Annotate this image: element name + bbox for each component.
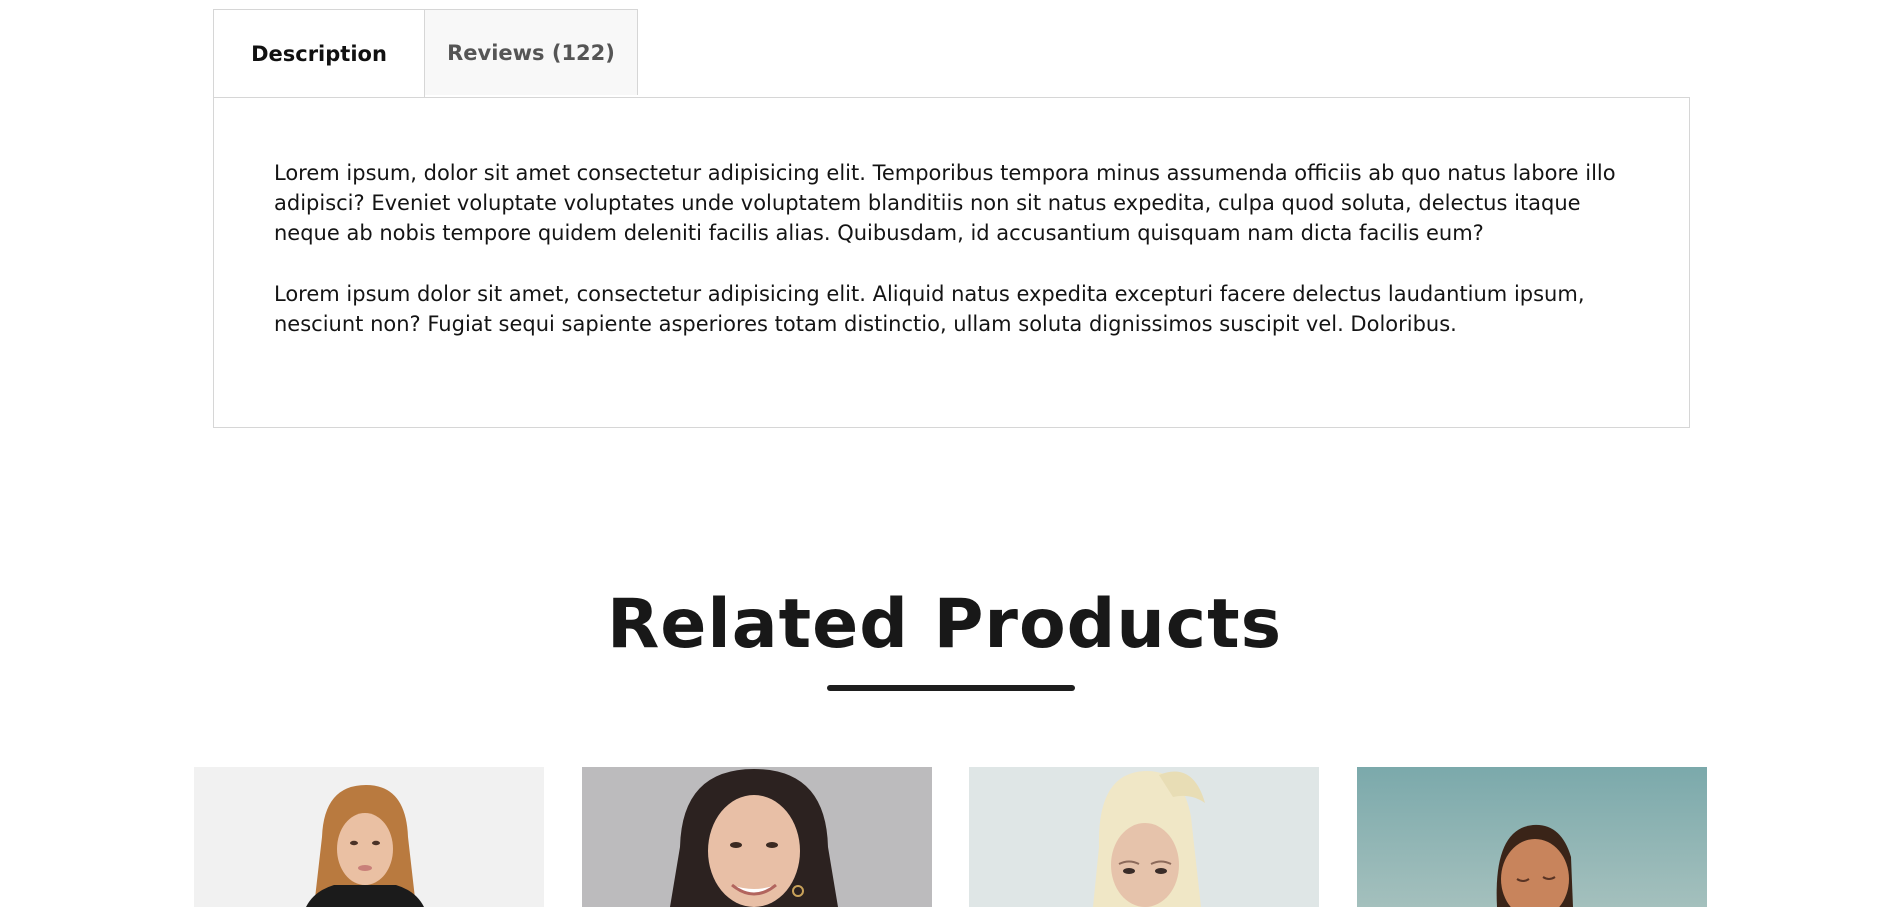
product-image (194, 767, 544, 907)
related-products-title: Related Products (606, 585, 1283, 664)
product-card[interactable] (969, 767, 1319, 907)
description-paragraph: Lorem ipsum, dolor sit amet consectetur … (274, 161, 1616, 245)
product-card[interactable] (582, 767, 932, 907)
tab-description[interactable]: Description (213, 9, 425, 97)
product-image (582, 767, 932, 907)
product-image (969, 767, 1319, 907)
description-panel: Lorem ipsum, dolor sit amet consectetur … (213, 97, 1690, 428)
product-image (1357, 767, 1707, 907)
product-tabs: Description Reviews (122) (213, 9, 638, 97)
title-underline (827, 685, 1075, 691)
description-paragraph: Lorem ipsum dolor sit amet, consectetur … (274, 282, 1585, 336)
tab-description-label: Description (251, 41, 387, 66)
tab-reviews-label: Reviews (122) (447, 40, 615, 65)
product-card[interactable] (194, 767, 544, 907)
product-card[interactable] (1357, 767, 1707, 907)
tab-reviews[interactable]: Reviews (122) (425, 9, 638, 95)
